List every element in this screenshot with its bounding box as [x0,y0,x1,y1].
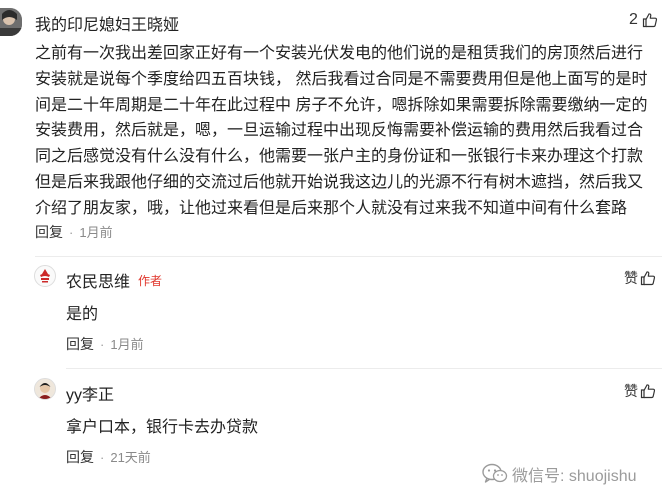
reply-header: 农民思维 作者 [66,268,162,292]
reply-time: 21天前 [110,450,151,465]
separator-dot: · [69,225,74,240]
comment-meta: 回复 · 1月前 [35,222,113,242]
watermark-text: 微信号: shuojishu [512,468,637,485]
reply-author-name[interactable]: 农民思维 [66,268,130,292]
divider [66,368,662,369]
reply-text: 拿户口本，银行卡去办贷款 [66,419,259,436]
divider [35,256,662,257]
comment-author-name[interactable]: 我的印尼媳妇王晓娅 [35,11,179,35]
reply-author-name[interactable]: yy李正 [66,381,114,405]
thumbs-up-icon [640,384,656,399]
reply-button[interactable]: 回复 [66,336,94,352]
reply-meta: 回复 · 21天前 [66,447,151,467]
wechat-icon [482,463,508,483]
wechat-watermark: 微信号: shuojishu [482,462,637,486]
author-badge: 作者 [138,273,163,288]
reply-meta: 回复 · 1月前 [66,334,144,354]
like-button[interactable]: 赞 [624,381,656,401]
separator-dot: · [100,337,105,352]
comment-text: 之前有一次我出差回家正好有一个安装光伏发电的他们说的是租赁我们的房顶然后进行安装… [35,45,648,217]
like-button[interactable]: 2 [629,11,658,29]
reply-text: 是的 [66,306,99,323]
like-label: 赞 [624,270,638,286]
separator-dot: · [100,450,105,465]
like-label: 赞 [624,383,638,399]
avatar[interactable] [34,265,56,287]
avatar[interactable] [0,8,22,36]
reply-time: 1月前 [110,337,144,352]
like-button[interactable]: 赞 [624,268,656,288]
thumbs-up-icon [640,271,656,286]
avatar[interactable] [34,378,56,400]
like-count: 2 [629,11,638,28]
comment-time: 1月前 [79,225,113,240]
reply-button[interactable]: 回复 [35,224,63,240]
reply-button[interactable]: 回复 [66,449,94,465]
thumbs-up-icon [642,13,657,28]
